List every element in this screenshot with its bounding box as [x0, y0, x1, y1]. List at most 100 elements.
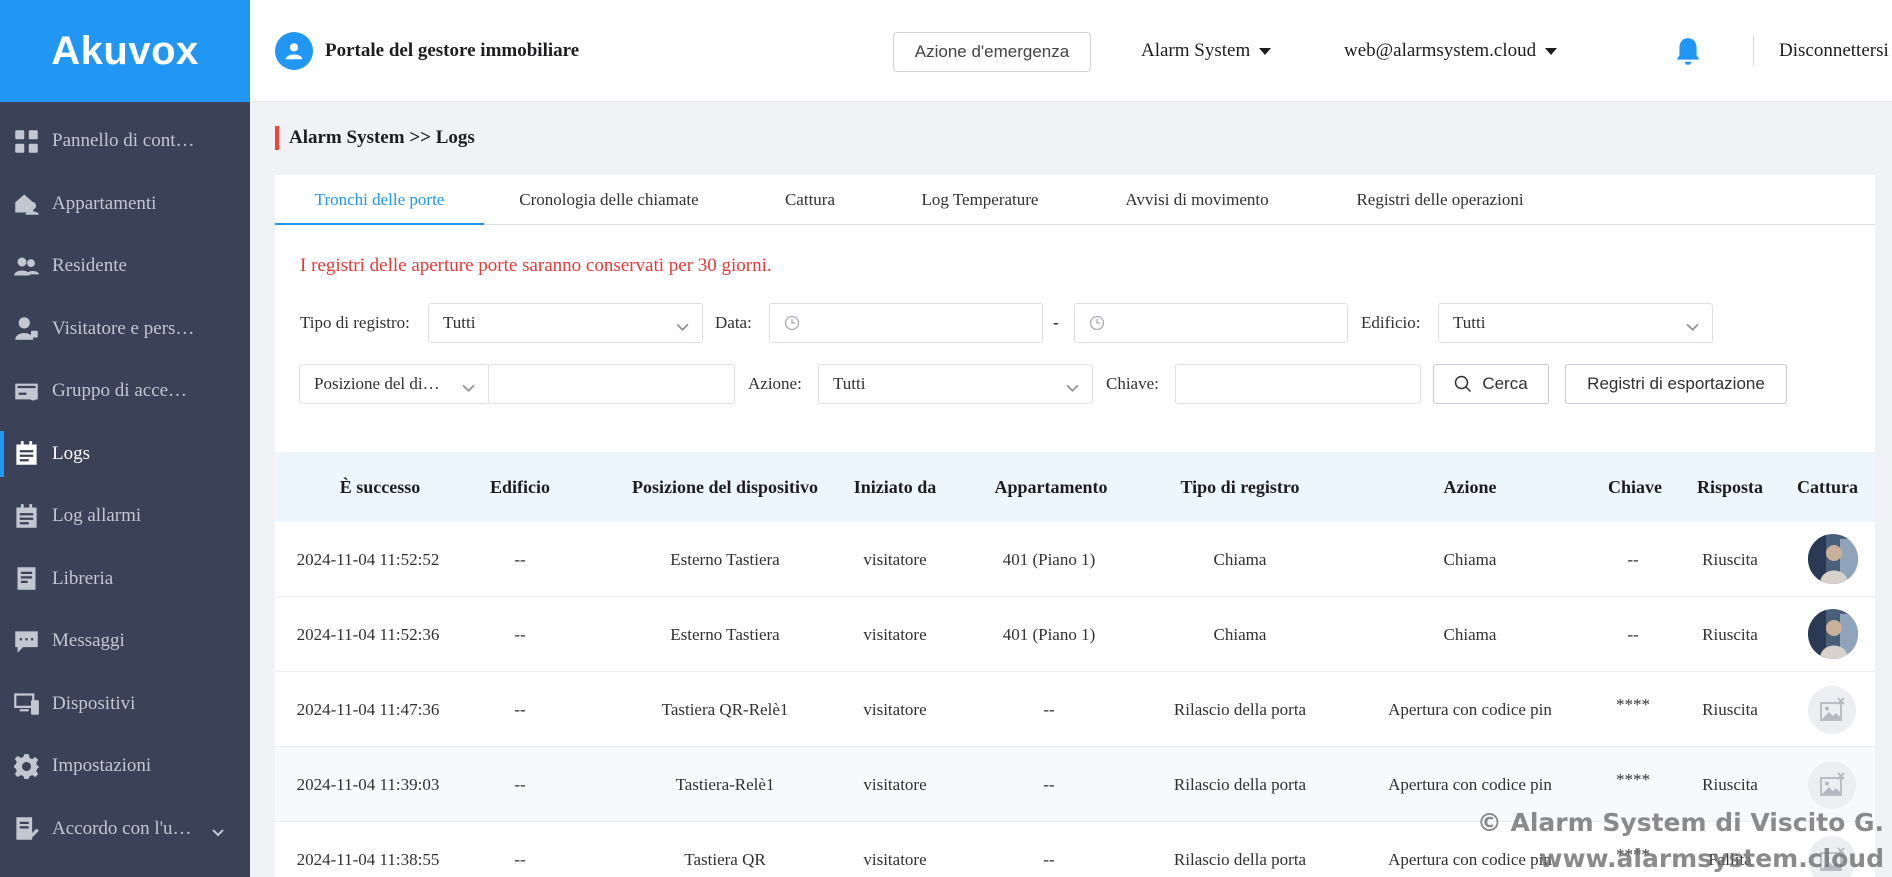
tab-capture[interactable]: Cattura [760, 175, 860, 225]
cell-response: Riuscita [1702, 625, 1758, 644]
log-type-label: Tipo di registro: [300, 313, 410, 332]
key-input[interactable] [1175, 364, 1421, 404]
cell-initiated-by: visitatore [863, 550, 927, 569]
retention-notice: I registri delle aperture porte saranno … [300, 255, 772, 276]
sidebar-item-label: Gruppo di acce… [52, 380, 188, 402]
capture-thumbnail[interactable] [1808, 609, 1858, 659]
project-label: Alarm System [1141, 40, 1251, 61]
sidebar-item-label: Accordo con l'u… [52, 817, 192, 839]
sidebar-item-apartments[interactable]: Appartamenti [0, 173, 250, 236]
visitor-icon [13, 315, 40, 342]
account-dropdown[interactable]: web@alarmsystem.cloud [1344, 40, 1558, 62]
export-logs-button[interactable]: Registri di esportazione [1565, 364, 1787, 404]
device-position-input[interactable] [488, 364, 735, 404]
column-header[interactable]: Risposta [1680, 452, 1780, 522]
sidebar-item-visitors[interactable]: Visitatore e pers… [0, 298, 250, 361]
action-value: Tutti [833, 374, 866, 393]
cell-action: Chiama [1443, 625, 1497, 644]
table-header: È successo Edificio Posizione del dispos… [275, 452, 1875, 522]
cell-log-type: Rilascio della porta [1173, 775, 1307, 794]
action-select[interactable]: Tutti [818, 364, 1093, 404]
library-icon [13, 565, 40, 592]
capture-thumbnail[interactable] [1808, 534, 1858, 584]
sidebar-item-alarm-logs[interactable]: Log allarmi [0, 485, 250, 548]
column-header[interactable]: Tipo di registro [1125, 452, 1355, 522]
building-select[interactable]: Tutti [1438, 303, 1713, 343]
account-label: web@alarmsystem.cloud [1344, 40, 1537, 61]
sidebar-item-label: Logs [52, 442, 90, 464]
sidebar-item-label: Pannello di cont… [52, 130, 195, 152]
cell-time: 2024-11-04 11:52:52 [296, 550, 440, 569]
bell-icon[interactable] [1675, 36, 1701, 71]
sidebar-item-settings[interactable]: Impostazioni [0, 735, 250, 798]
breadcrumb: Alarm System >> Logs [275, 126, 475, 150]
caret-down-icon [1545, 47, 1558, 55]
column-header[interactable]: È successo [275, 452, 485, 522]
sidebar-item-messages[interactable]: Messaggi [0, 610, 250, 673]
start-date-input[interactable] [769, 303, 1043, 343]
akuvox-logo[interactable]: Akuvox [0, 0, 250, 102]
cell-initiated-by: visitatore [863, 850, 927, 869]
column-header[interactable]: Appartamento [965, 452, 1137, 522]
sidebar-item-logs[interactable]: Logs [0, 423, 250, 486]
sidebar-item-label: Libreria [52, 567, 114, 589]
cell-time: 2024-11-04 11:39:03 [296, 775, 440, 794]
tab-call-history[interactable]: Cronologia delle chiamate [494, 175, 724, 225]
sidebar-item-agreement[interactable]: Accordo con l'u… [0, 798, 250, 861]
cell-action: Apertura con codice pin [1388, 700, 1552, 719]
chevron-down-icon [1066, 379, 1079, 392]
sidebar-item-label: Dispositivi [52, 692, 136, 714]
sidebar-item-residents[interactable]: Residente [0, 235, 250, 298]
column-header[interactable]: Azione [1350, 452, 1590, 522]
date-label: Data: [715, 313, 752, 332]
cell-building: -- [514, 775, 526, 794]
cell-apartment: -- [1043, 850, 1055, 869]
sidebar-item-access-group[interactable]: Gruppo di acce… [0, 360, 250, 423]
cell-building: -- [514, 700, 526, 719]
log-type-select[interactable]: Tutti [428, 303, 703, 343]
column-header[interactable]: Chiave [1595, 452, 1675, 522]
cell-key: -- [1627, 625, 1639, 644]
cell-building: -- [514, 550, 526, 569]
column-header[interactable]: Edificio [455, 452, 585, 522]
logout-link[interactable]: Disconnettersi [1779, 40, 1892, 62]
sidebar-item-label: Impostazioni [52, 755, 152, 777]
copyright-watermark: © Alarm System di Viscito G. www.alarmsy… [1477, 805, 1884, 877]
table-row: 2024-11-04 11:52:52 -- Esterno Tastiera … [275, 522, 1875, 597]
portal-title: Portale del gestore immobiliare [325, 40, 580, 61]
main-content: Alarm System >> Logs Tronchi delle porte… [250, 102, 1892, 877]
cell-initiated-by: visitatore [863, 700, 927, 719]
table-row: 2024-11-04 11:47:36 -- Tastiera QR-Relè1… [275, 672, 1875, 747]
tab-motion-alerts[interactable]: Avvisi di movimento [1097, 175, 1297, 225]
chevron-down-icon [1686, 318, 1699, 331]
device-position-select[interactable]: Posizione del di… [299, 364, 489, 404]
log-tabs: Tronchi delle porte Cronologia delle chi… [275, 175, 1875, 225]
residents-icon [13, 253, 40, 280]
sidebar-item-label: Messaggi [52, 630, 125, 652]
sidebar-item-devices[interactable]: Dispositivi [0, 673, 250, 736]
search-icon [1455, 375, 1472, 393]
sidebar-item-label: Visitatore e pers… [52, 317, 195, 339]
chevron-down-icon [462, 379, 475, 392]
end-date-input[interactable] [1074, 303, 1348, 343]
sidebar-item-dashboard[interactable]: Pannello di cont… [0, 110, 250, 173]
access-card-icon [13, 378, 40, 405]
table-row: 2024-11-04 11:52:36 -- Esterno Tastiera … [275, 597, 1875, 672]
search-button[interactable]: Cerca [1433, 364, 1549, 404]
cell-apartment: 401 (Piano 1) [1002, 550, 1096, 569]
chevron-down-icon[interactable] [212, 822, 224, 836]
column-header[interactable]: Cattura [1780, 452, 1875, 522]
tab-temperature-logs[interactable]: Log Temperature [895, 175, 1065, 225]
cell-initiated-by: visitatore [863, 775, 927, 794]
watermark-line-1: © Alarm System di Viscito G. [1476, 808, 1884, 837]
column-header[interactable]: Iniziato da [820, 452, 970, 522]
sidebar-item-library[interactable]: Libreria [0, 548, 250, 611]
cell-initiated-by: visitatore [863, 625, 927, 644]
tab-door-logs[interactable]: Tronchi delle porte [275, 175, 484, 225]
tab-operation-logs[interactable]: Registri delle operazioni [1315, 175, 1565, 225]
breadcrumb-parent[interactable]: Alarm System [289, 127, 405, 148]
header-divider [1753, 36, 1754, 66]
emergency-action-button[interactable]: Azione d'emergenza [893, 32, 1091, 72]
key-label: Chiave: [1106, 374, 1159, 393]
project-dropdown[interactable]: Alarm System [1141, 40, 1272, 62]
